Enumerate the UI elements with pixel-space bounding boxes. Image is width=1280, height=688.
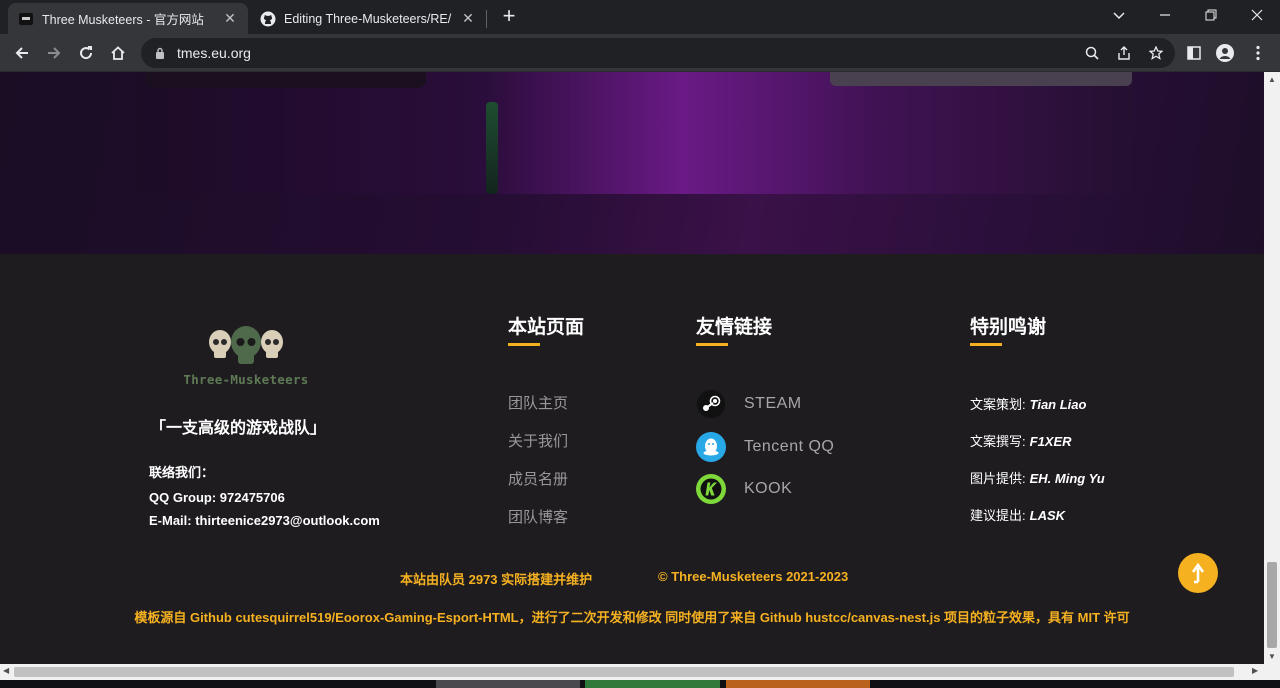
skulls-logo-icon xyxy=(209,326,283,364)
forward-arrow-icon[interactable] xyxy=(40,39,68,67)
page-link-members[interactable]: 成员名册 xyxy=(508,468,568,489)
tab-three-musketeers[interactable]: Three Musketeers - 官方网站 ✕ xyxy=(8,3,248,34)
zoom-search-icon[interactable] xyxy=(1083,44,1101,62)
thanks-role: 建议提出: xyxy=(970,508,1026,523)
browser-menu-kebab-icon[interactable] xyxy=(1248,43,1268,63)
close-window-icon[interactable] xyxy=(1234,0,1280,30)
friend-link-kook[interactable]: KOOK xyxy=(696,474,792,504)
thanks-item: 文案策划: Tian Liao xyxy=(970,394,1086,413)
scroll-down-arrow-icon[interactable]: ▼ xyxy=(1268,652,1276,661)
browser-tab-bar: Three Musketeers - 官方网站 ✕ Editing Three-… xyxy=(0,0,1280,34)
vertical-scrollbar[interactable]: ▲ ▼ xyxy=(1264,72,1280,664)
thanks-role: 图片提供: xyxy=(970,471,1026,486)
page-link-home[interactable]: 团队主页 xyxy=(508,392,568,413)
minimize-icon[interactable] xyxy=(1142,0,1188,30)
taskbar-item[interactable] xyxy=(436,680,580,688)
share-icon[interactable] xyxy=(1115,44,1133,62)
horizontal-scrollbar[interactable]: ◀ ▶ xyxy=(0,664,1280,680)
hero-background-image xyxy=(0,72,1264,254)
scroll-left-arrow-icon[interactable]: ◀ xyxy=(3,666,9,675)
side-panel-icon[interactable] xyxy=(1184,43,1204,63)
hero-dark-panel xyxy=(146,72,426,88)
hero-green-glow xyxy=(486,102,498,194)
thanks-name: Tian Liao xyxy=(1029,397,1087,412)
tab-close-icon[interactable]: ✕ xyxy=(460,10,476,27)
tab-title: Editing Three-Musketeers/RE/ xyxy=(284,11,452,26)
tab-separator xyxy=(486,10,487,28)
qq-group-text: QQ Group: 972475706 xyxy=(149,490,285,505)
kook-icon xyxy=(696,474,726,504)
friend-link-label: Tencent QQ xyxy=(744,438,835,455)
page-link-blog[interactable]: 团队博客 xyxy=(508,506,568,527)
contact-title: 联络我们： xyxy=(149,465,215,480)
restore-icon[interactable] xyxy=(1188,0,1234,30)
friend-link-qq[interactable]: Tencent QQ xyxy=(696,432,834,462)
url-text: tmes.eu.org xyxy=(177,45,251,61)
taskbar-item[interactable] xyxy=(726,680,870,688)
thanks-name: EH. Ming Yu xyxy=(1029,471,1105,486)
tab-github-editing[interactable]: Editing Three-Musketeers/RE/ ✕ xyxy=(250,3,486,34)
page-viewport: Three-Musketeers 「一支高级的游戏战队」 联络我们： QQ Gr… xyxy=(0,72,1264,664)
thanks-heading-underline xyxy=(970,343,1002,346)
email-text: E-Mail: thirteenice2973@outlook.com xyxy=(149,513,380,528)
friend-link-label: STEAM xyxy=(744,395,802,412)
team-logo: Three-Musketeers xyxy=(160,324,332,396)
steam-icon xyxy=(696,389,726,419)
os-taskbar-strip xyxy=(0,680,1280,688)
team-slogan: 「一支高级的游戏战队」 xyxy=(150,420,327,437)
thanks-item: 建议提出: LASK xyxy=(970,505,1065,524)
reload-icon[interactable] xyxy=(72,39,100,67)
friend-link-label: KOOK xyxy=(744,480,793,497)
thanks-item: 文案撰写: F1XER xyxy=(970,431,1072,450)
hero-card-edge xyxy=(830,72,1132,86)
friend-link-steam[interactable]: STEAM xyxy=(696,389,802,419)
scroll-right-arrow-icon[interactable]: ▶ xyxy=(1252,666,1258,675)
page-link-about[interactable]: 关于我们 xyxy=(508,430,568,451)
arrow-up-icon xyxy=(1191,562,1205,584)
maintainer-text: 本站由队员 2973 实际搭建并维护 xyxy=(400,572,593,587)
template-credit-text: 模板源自 Github cutesquirrel519/Eoorox-Gamin… xyxy=(134,610,1130,625)
tab-close-icon[interactable]: ✕ xyxy=(222,10,238,27)
site-footer: Three-Musketeers 「一支高级的游戏战队」 联络我们： QQ Gr… xyxy=(0,254,1264,664)
thanks-name: F1XER xyxy=(1029,434,1072,449)
scroll-up-arrow-icon[interactable]: ▲ xyxy=(1268,75,1276,84)
browser-toolbar: tmes.eu.org xyxy=(0,34,1280,72)
friends-heading: 友情链接 xyxy=(696,317,773,338)
vertical-scroll-thumb[interactable] xyxy=(1267,562,1277,648)
thanks-role: 文案策划: xyxy=(970,397,1026,412)
thanks-heading: 特别鸣谢 xyxy=(970,317,1047,338)
back-to-top-button[interactable] xyxy=(1178,553,1218,593)
site-favicon-icon xyxy=(18,11,34,27)
copyright-text: © Three-Musketeers 2021-2023 xyxy=(658,569,849,584)
logo-wordmark: Three-Musketeers xyxy=(183,372,309,387)
back-arrow-icon[interactable] xyxy=(8,39,36,67)
hero-banner-image xyxy=(134,72,1132,194)
bookmark-star-icon[interactable] xyxy=(1147,44,1165,62)
pages-heading-underline xyxy=(508,343,540,346)
home-icon[interactable] xyxy=(104,39,132,67)
thanks-name: LASK xyxy=(1029,508,1066,523)
taskbar-item[interactable] xyxy=(585,680,720,688)
pages-heading: 本站页面 xyxy=(508,317,585,338)
tab-search-chevron-icon[interactable] xyxy=(1096,0,1142,30)
thanks-item: 图片提供: EH. Ming Yu xyxy=(970,468,1105,487)
tab-title: Three Musketeers - 官方网站 xyxy=(42,13,204,27)
horizontal-scroll-thumb[interactable] xyxy=(14,667,1234,677)
lock-icon[interactable] xyxy=(153,46,167,60)
address-bar[interactable]: tmes.eu.org xyxy=(141,38,1175,68)
new-tab-button[interactable]: + xyxy=(498,5,520,28)
friends-heading-underline xyxy=(696,343,728,346)
github-icon xyxy=(260,11,276,27)
thanks-role: 文案撰写: xyxy=(970,434,1026,449)
profile-avatar-icon[interactable] xyxy=(1215,43,1235,63)
qq-icon xyxy=(696,432,726,462)
